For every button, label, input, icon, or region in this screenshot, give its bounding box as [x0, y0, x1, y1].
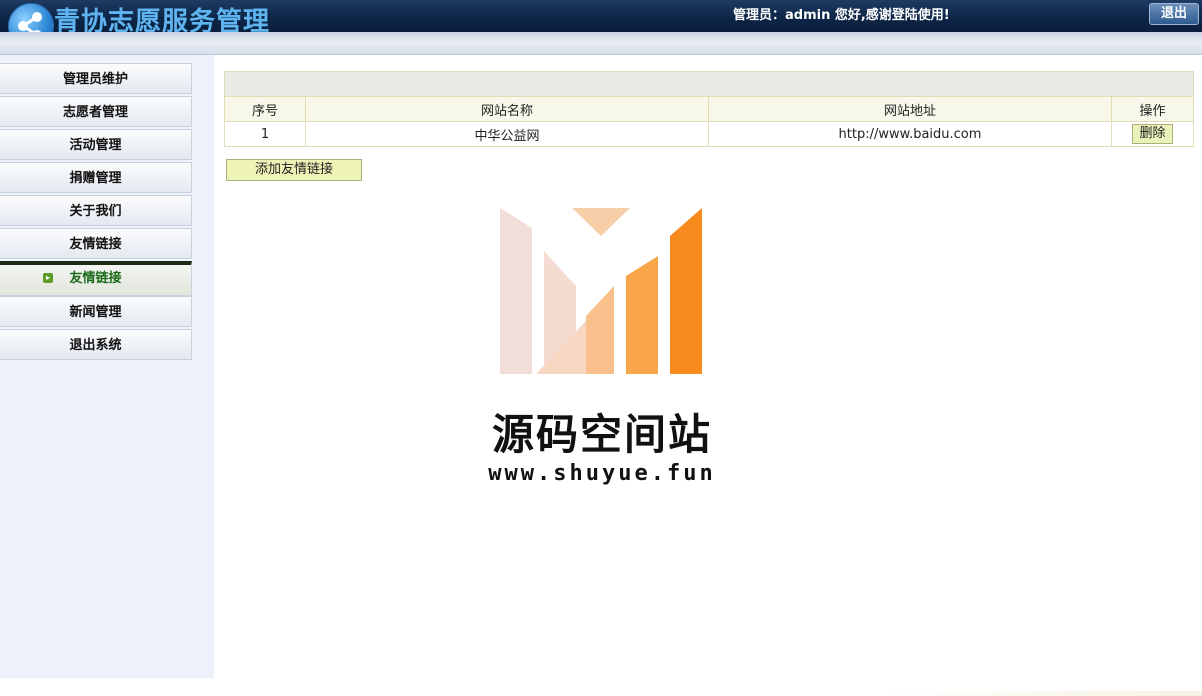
watermark-url: www.shuyue.fun [488, 461, 716, 486]
sidebar-item-news-management[interactable]: 新闻管理 [0, 296, 192, 327]
watermark-title: 源码空间站 [491, 410, 712, 459]
sidebar-item-label: 友情链接 [69, 271, 122, 286]
column-header-index: 序号 [224, 96, 306, 122]
sidebar-item-label: 志愿者管理 [62, 105, 128, 120]
header-band [0, 32, 1202, 55]
cell-index: 1 [224, 121, 306, 147]
arrow-right-icon: ▸ [43, 273, 53, 283]
table-toolbar-row [224, 71, 1194, 97]
table-header-row: 序号 网站名称 网站地址 操作 [224, 96, 1194, 122]
cell-site-url: http://www.baidu.com [708, 121, 1112, 147]
sidebar-item-label: 友情链接 [69, 237, 122, 252]
column-header-actions: 操作 [1111, 96, 1194, 122]
sidebar-item-label: 活动管理 [69, 138, 122, 153]
sidebar-item-label: 新闻管理 [69, 305, 122, 320]
delete-button[interactable]: 删除 [1132, 124, 1173, 144]
friend-links-table: 序号 网站名称 网站地址 操作 1 中华公益网 http://www.baidu… [224, 71, 1194, 147]
top-header: 青协志愿服务管理 管理员：admin 您好,感谢登陆使用! 退出 [0, 0, 1202, 49]
footer-strip [0, 678, 1202, 696]
sidebar-item-exit-system[interactable]: 退出系统 [0, 329, 192, 360]
sidebar-item-friend-links[interactable]: 友情链接 [0, 228, 192, 259]
main-content: 序号 网站名称 网站地址 操作 1 中华公益网 http://www.baidu… [214, 63, 1202, 678]
logout-button[interactable]: 退出 [1149, 3, 1199, 25]
cell-actions: 删除 [1111, 121, 1194, 147]
sidebar-item-label: 退出系统 [69, 338, 122, 353]
sidebar-item-label: 管理员维护 [62, 72, 128, 87]
sidebar: 管理员维护 志愿者管理 活动管理 捐赠管理 关于我们 友情链接 ▸ 友情链接 新… [0, 55, 214, 678]
sidebar-item-activity-management[interactable]: 活动管理 [0, 129, 192, 160]
sidebar-item-label: 关于我们 [69, 204, 122, 219]
table-row: 1 中华公益网 http://www.baidu.com 删除 [224, 121, 1194, 147]
sidebar-item-friend-links-active[interactable]: ▸ 友情链接 [0, 261, 192, 296]
sidebar-item-admin-maintenance[interactable]: 管理员维护 [0, 63, 192, 94]
watermark-logo-icon [500, 208, 702, 374]
column-header-site-name: 网站名称 [305, 96, 709, 122]
sidebar-item-donation-management[interactable]: 捐赠管理 [0, 162, 192, 193]
welcome-message: 管理员：admin 您好,感谢登陆使用! [733, 8, 950, 23]
column-header-site-url: 网站地址 [708, 96, 1112, 122]
add-friend-link-button[interactable]: 添加友情链接 [226, 159, 362, 181]
sidebar-item-volunteer-management[interactable]: 志愿者管理 [0, 96, 192, 127]
cell-site-name: 中华公益网 [305, 121, 709, 147]
sidebar-item-about-us[interactable]: 关于我们 [0, 195, 192, 226]
sidebar-item-label: 捐赠管理 [69, 171, 122, 186]
